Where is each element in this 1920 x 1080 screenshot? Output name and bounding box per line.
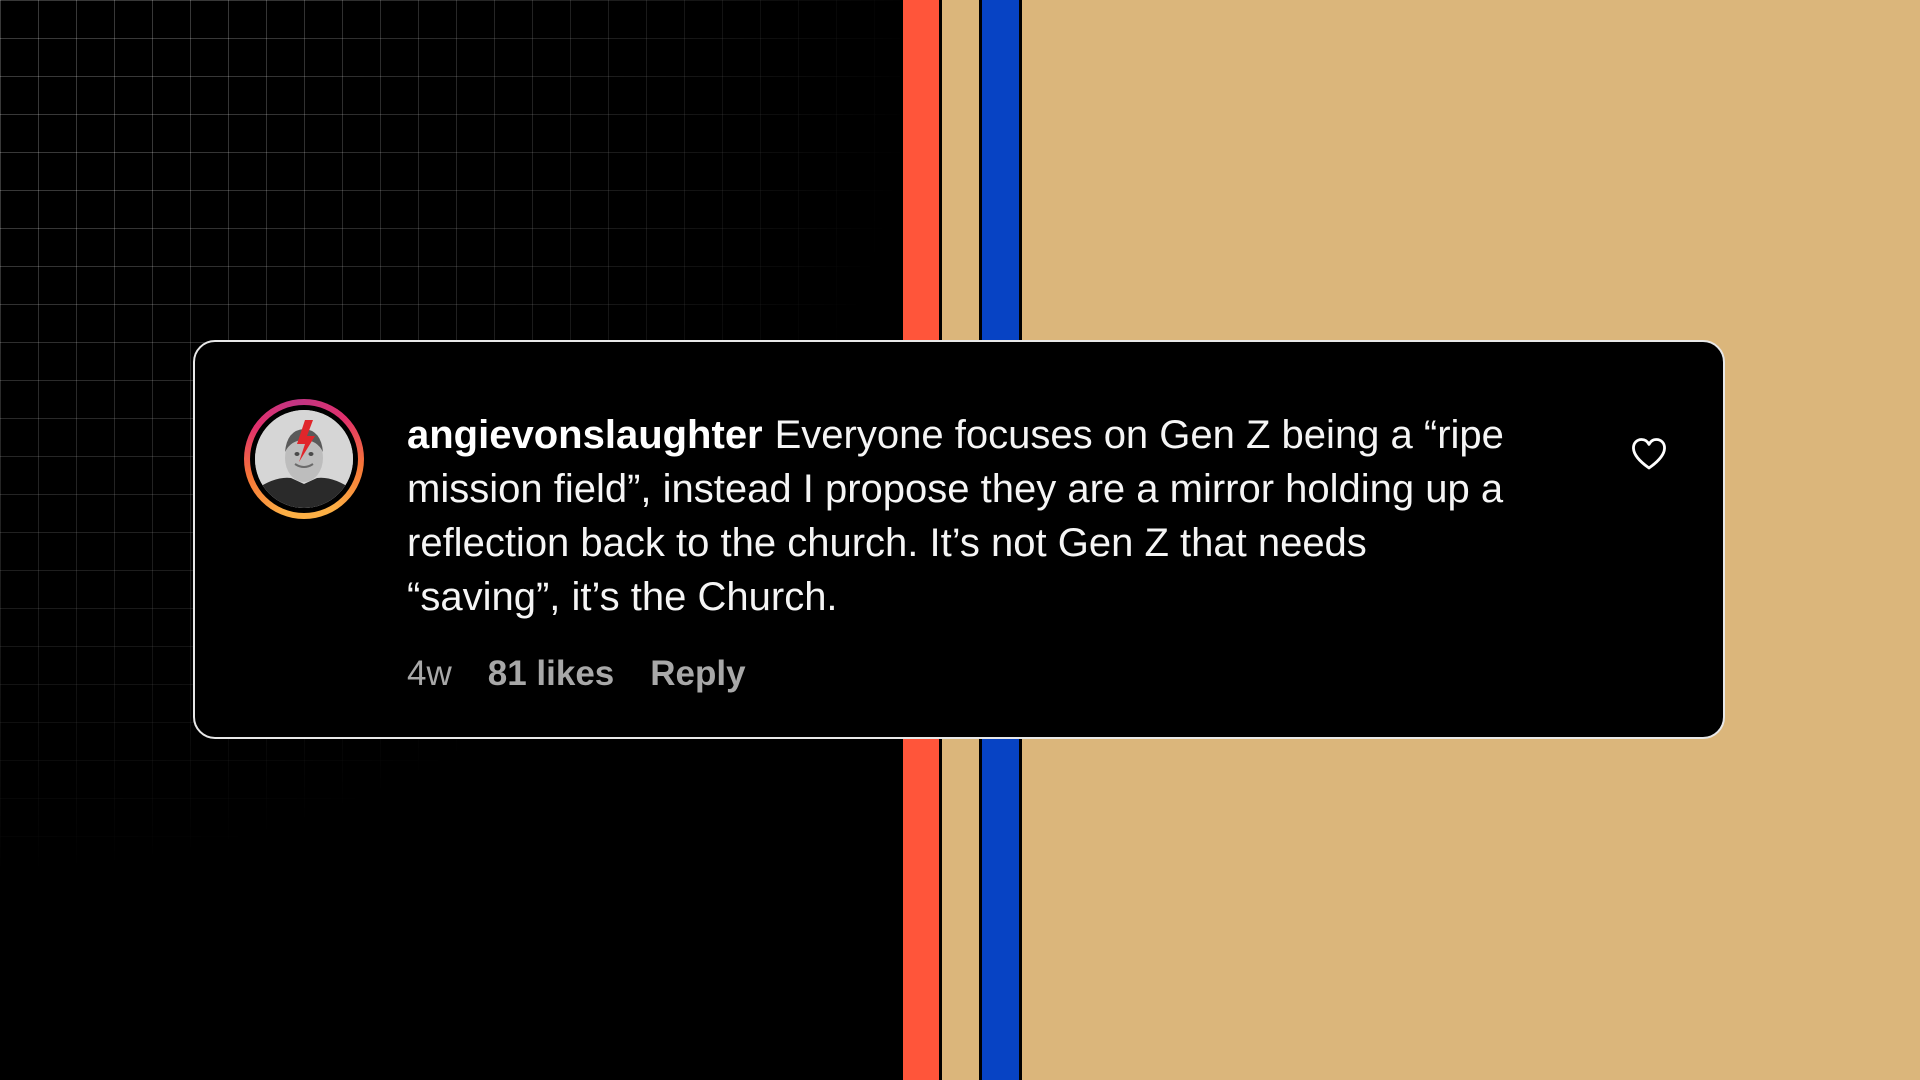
slide-canvas: angievonslaughter Everyone focuses on Gen… bbox=[0, 0, 1920, 1080]
comment-card: angievonslaughter Everyone focuses on Gen… bbox=[193, 340, 1725, 739]
comment-meta: 4w 81 likes Reply bbox=[407, 652, 746, 696]
comment-body: angievonslaughter Everyone focuses on Gen… bbox=[407, 408, 1527, 624]
avatar[interactable] bbox=[244, 399, 364, 519]
comment-username[interactable]: angievonslaughter bbox=[407, 413, 763, 457]
user-avatar-icon bbox=[255, 410, 353, 508]
heart-outline-icon[interactable] bbox=[1629, 434, 1669, 474]
comment-age: 4w bbox=[407, 654, 452, 693]
likes-count[interactable]: 81 likes bbox=[488, 652, 615, 696]
avatar-ring-gap bbox=[250, 405, 358, 513]
reply-button[interactable]: Reply bbox=[650, 652, 745, 696]
